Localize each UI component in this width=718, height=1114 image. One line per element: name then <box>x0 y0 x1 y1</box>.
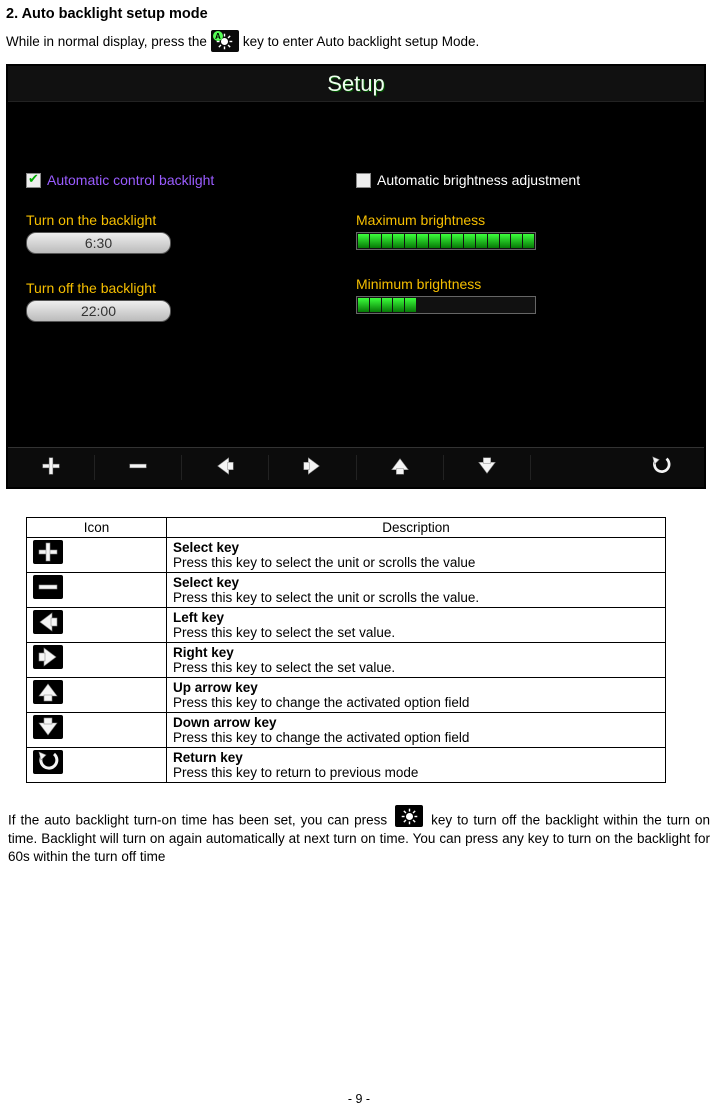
setup-titlebar: Setup <box>8 66 704 102</box>
table-row: Select keyPress this key to select the u… <box>27 538 666 573</box>
key-name: Return key <box>173 750 659 765</box>
return-icon <box>650 455 672 480</box>
auto-brightness-adjustment-option[interactable]: Automatic brightness adjustment <box>356 172 686 188</box>
auto-backlight-key-icon: A <box>211 30 239 52</box>
icon-cell <box>27 678 167 713</box>
toolbar-left-button[interactable] <box>182 455 269 480</box>
intro-text-post: key to enter Auto backlight setup Mode. <box>243 34 479 49</box>
key-name: Select key <box>173 540 659 555</box>
up-icon <box>33 680 63 704</box>
down-icon <box>33 715 63 739</box>
left-icon <box>214 455 236 480</box>
key-description: Press this key to change the activated o… <box>173 730 659 745</box>
auto-control-backlight-option[interactable]: Automatic control backlight <box>26 172 356 188</box>
closing-paragraph: If the auto backlight turn-on time has b… <box>8 805 710 866</box>
key-description: Press this key to change the activated o… <box>173 695 659 710</box>
table-header-description: Description <box>167 518 666 538</box>
key-description: Press this key to select the unit or scr… <box>173 590 659 605</box>
auto-brightness-adjustment-label: Automatic brightness adjustment <box>377 172 580 188</box>
plus-icon <box>40 455 62 480</box>
table-row: Return keyPress this key to return to pr… <box>27 748 666 783</box>
description-cell: Return keyPress this key to return to pr… <box>167 748 666 783</box>
key-description: Press this key to return to previous mod… <box>173 765 659 780</box>
toolbar-return-button[interactable] <box>618 455 704 480</box>
auto-control-backlight-label: Automatic control backlight <box>47 172 214 188</box>
description-cell: Left keyPress this key to select the set… <box>167 608 666 643</box>
description-cell: Down arrow keyPress this key to change t… <box>167 713 666 748</box>
key-description: Press this key to select the set value. <box>173 660 659 675</box>
right-icon <box>301 455 323 480</box>
maximum-brightness-label: Maximum brightness <box>356 212 686 228</box>
icon-cell <box>27 748 167 783</box>
icon-cell <box>27 573 167 608</box>
toolbar-minus-button[interactable] <box>95 455 182 480</box>
closing-text-pre: If the auto backlight turn-on time has b… <box>8 813 392 828</box>
plus-icon <box>33 540 63 564</box>
icon-description-table: Icon Description Select keyPress this ke… <box>26 517 666 783</box>
description-cell: Select keyPress this key to select the u… <box>167 573 666 608</box>
minimum-brightness-bar[interactable] <box>356 296 536 314</box>
device-toolbar <box>8 447 704 487</box>
icon-cell <box>27 713 167 748</box>
maximum-brightness-bar[interactable] <box>356 232 536 250</box>
turn-on-backlight-label: Turn on the backlight <box>26 212 356 228</box>
toolbar-up-button[interactable] <box>357 455 444 480</box>
turn-off-backlight-field[interactable]: 22:00 <box>26 300 171 322</box>
icon-cell <box>27 643 167 678</box>
device-setup-screen: Setup Automatic control backlight Turn o… <box>6 64 706 489</box>
key-name: Left key <box>173 610 659 625</box>
turn-on-backlight-field[interactable]: 6:30 <box>26 232 171 254</box>
minimum-brightness-label: Minimum brightness <box>356 276 686 292</box>
table-header-icon: Icon <box>27 518 167 538</box>
checkbox-checked-icon[interactable] <box>26 173 41 188</box>
toolbar-right-button[interactable] <box>269 455 356 480</box>
description-cell: Up arrow keyPress this key to change the… <box>167 678 666 713</box>
minus-icon <box>127 455 149 480</box>
key-name: Right key <box>173 645 659 660</box>
key-name: Down arrow key <box>173 715 659 730</box>
toolbar-down-button[interactable] <box>444 455 531 480</box>
checkbox-unchecked-icon[interactable] <box>356 173 371 188</box>
intro-line: While in normal display, press the A key… <box>6 30 712 52</box>
down-icon <box>476 455 498 480</box>
up-icon <box>389 455 411 480</box>
icon-cell <box>27 538 167 573</box>
key-name: Up arrow key <box>173 680 659 695</box>
setup-title: Setup <box>327 71 385 97</box>
right-icon <box>33 645 63 669</box>
minus-icon <box>33 575 63 599</box>
table-row: Right keyPress this key to select the se… <box>27 643 666 678</box>
description-cell: Select keyPress this key to select the u… <box>167 538 666 573</box>
icon-cell <box>27 608 167 643</box>
key-description: Press this key to select the set value. <box>173 625 659 640</box>
intro-text-pre: While in normal display, press the <box>6 34 207 49</box>
return-icon <box>33 750 63 774</box>
page-number: - 9 - <box>0 1092 718 1106</box>
table-row: Up arrow keyPress this key to change the… <box>27 678 666 713</box>
table-row: Left keyPress this key to select the set… <box>27 608 666 643</box>
turn-off-backlight-label: Turn off the backlight <box>26 280 356 296</box>
key-description: Press this key to select the unit or scr… <box>173 555 659 570</box>
brightness-key-icon <box>395 805 423 827</box>
toolbar-plus-button[interactable] <box>8 455 95 480</box>
section-heading: 2. Auto backlight setup mode <box>6 6 712 22</box>
left-icon <box>33 610 63 634</box>
key-name: Select key <box>173 575 659 590</box>
table-row: Select keyPress this key to select the u… <box>27 573 666 608</box>
table-row: Down arrow keyPress this key to change t… <box>27 713 666 748</box>
description-cell: Right keyPress this key to select the se… <box>167 643 666 678</box>
